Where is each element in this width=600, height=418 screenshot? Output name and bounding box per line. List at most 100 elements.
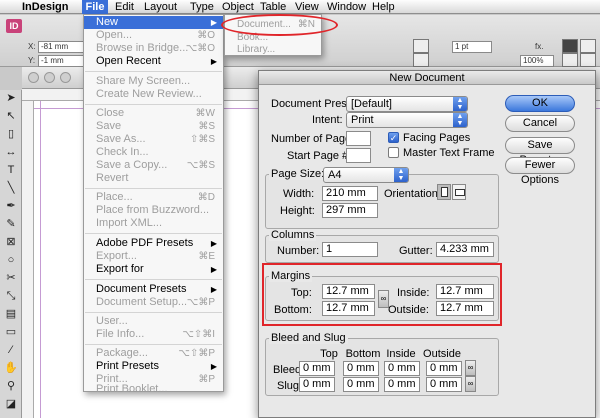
stroke-weight-field[interactable]: 1 pt — [452, 41, 492, 53]
file-menu-export-for[interactable]: Export for ▶ — [84, 263, 223, 276]
menu-edit[interactable]: Edit — [115, 0, 134, 14]
bleed-outside-field[interactable]: 0 mm — [426, 361, 462, 376]
new-library-item[interactable]: Library... — [225, 44, 321, 56]
zoom-tool-icon[interactable]: ⚲ — [2, 378, 20, 394]
menu-layout[interactable]: Layout — [144, 0, 177, 14]
file-menu-export[interactable]: Export... ⌘E — [84, 250, 223, 263]
page-size-select[interactable]: A4 ▲ ▼ — [323, 167, 409, 183]
panel-icon-2[interactable] — [580, 39, 596, 53]
file-menu-browse-in-bridge[interactable]: Browse in Bridge... ⌥⌘O — [84, 42, 223, 55]
fill-swatch[interactable] — [413, 53, 429, 67]
fx-icon[interactable]: fx. — [535, 42, 543, 51]
pencil-tool-icon[interactable]: ✎ — [2, 216, 20, 232]
file-menu-print-booklet[interactable]: Print Booklet... — [84, 384, 223, 395]
fill-stroke-swatch-icon[interactable]: ◪ — [2, 396, 20, 412]
slug-inside-field[interactable]: 0 mm — [384, 377, 420, 392]
y-field[interactable]: -1 mm — [38, 55, 84, 67]
type-tool-icon[interactable]: T — [2, 162, 20, 178]
file-menu-revert[interactable]: Revert — [84, 172, 223, 185]
scissors-tool-icon[interactable]: ✂ — [2, 270, 20, 286]
ok-button[interactable]: OK — [505, 95, 575, 112]
bleed-and-slug-label: Bleed and Slug — [269, 332, 348, 344]
file-menu-document-setup[interactable]: Document Setup... ⌥⌘P — [84, 296, 223, 309]
file-menu-document-presets[interactable]: Document Presets ▶ — [84, 283, 223, 296]
column-number-field[interactable]: 1 — [322, 242, 378, 257]
intent-select[interactable]: Print ▲ ▼ — [346, 112, 468, 128]
file-menu-save-as[interactable]: Save As... ⇧⌘S — [84, 133, 223, 146]
selection-tool-icon[interactable]: ➤ — [2, 90, 20, 106]
gradient-tool-icon[interactable]: ▤ — [2, 306, 20, 322]
bleed-chain-link-icon[interactable]: ∞ — [465, 360, 476, 376]
rectangle-frame-tool-icon[interactable]: ⊠ — [2, 234, 20, 250]
landscape-orientation-icon[interactable] — [452, 184, 466, 200]
page-tool-icon[interactable]: ▯ — [2, 126, 20, 142]
zoom-window-icon[interactable] — [60, 72, 71, 83]
menu-help[interactable]: Help — [372, 0, 395, 14]
file-menu-package[interactable]: Package... ⌥⇧⌘P — [84, 347, 223, 360]
file-menu-share-my-screen[interactable]: Share My Screen... — [84, 75, 223, 88]
orientation-label: Orientation: — [384, 188, 441, 200]
master-text-frame-checkbox[interactable] — [388, 147, 399, 158]
file-menu-close[interactable]: Close ⌘W — [84, 107, 223, 120]
pen-tool-icon[interactable]: ✒ — [2, 198, 20, 214]
x-field[interactable]: -81 mm — [38, 41, 84, 53]
eyedropper-tool-icon[interactable]: ⁄ — [2, 342, 20, 358]
file-menu-create-new-review[interactable]: Create New Review... — [84, 88, 223, 101]
file-menu-import-xml[interactable]: Import XML... — [84, 217, 223, 230]
file-menu-save[interactable]: Save ⌘S — [84, 120, 223, 133]
slug-top-field[interactable]: 0 mm — [299, 377, 335, 392]
panel-icon-3[interactable] — [562, 53, 578, 67]
bleed-inside-field[interactable]: 0 mm — [384, 361, 420, 376]
document-preset-select[interactable]: [Default] ▲ ▼ — [346, 96, 468, 112]
cancel-button[interactable]: Cancel — [505, 115, 575, 132]
submenu-arrow-icon: ▶ — [210, 239, 217, 248]
gap-tool-icon[interactable]: ↔ — [2, 144, 20, 160]
updown-arrows-icon: ▲ ▼ — [453, 113, 467, 127]
slug-outside-field[interactable]: 0 mm — [426, 377, 462, 392]
width-field[interactable]: 210 mm — [322, 186, 378, 201]
height-field[interactable]: 297 mm — [322, 203, 378, 218]
portrait-orientation-icon[interactable] — [437, 184, 451, 200]
transform-tool-icon[interactable]: ⤡ — [2, 288, 20, 304]
file-menu-adobe-pdf-presets[interactable]: Adobe PDF Presets ▶ — [84, 237, 223, 250]
close-window-icon[interactable] — [28, 72, 39, 83]
menu-view[interactable]: View — [295, 0, 319, 14]
file-menu-file-info[interactable]: File Info... ⌥⇧⌘I — [84, 328, 223, 341]
file-menu-print-presets[interactable]: Print Presets ▶ — [84, 360, 223, 373]
minimize-window-icon[interactable] — [44, 72, 55, 83]
file-menu-user[interactable]: User... — [84, 315, 223, 328]
panel-icon[interactable] — [562, 39, 578, 53]
file-menu-check-in[interactable]: Check In... — [84, 146, 223, 159]
file-menu-place-from-buzzword[interactable]: Place from Buzzword... — [84, 204, 223, 217]
bleed-bottom-field[interactable]: 0 mm — [343, 361, 379, 376]
ellipse-tool-icon[interactable]: ○ — [2, 252, 20, 268]
start-page-field[interactable] — [346, 148, 371, 163]
percent-field[interactable]: 100% — [520, 55, 554, 67]
menu-window[interactable]: Window — [327, 0, 366, 14]
line-tool-icon[interactable]: ╲ — [2, 180, 20, 196]
file-menu-new[interactable]: New ▶ — [84, 16, 223, 29]
facing-pages-checkbox[interactable]: ✓ — [388, 132, 399, 143]
menu-type[interactable]: Type — [190, 0, 214, 14]
menu-table[interactable]: Table — [260, 0, 286, 14]
stroke-swatch[interactable] — [413, 39, 429, 53]
bleed-top-field[interactable]: 0 mm — [299, 361, 335, 376]
fewer-options-button[interactable]: Fewer Options — [505, 157, 575, 186]
note-tool-icon[interactable]: ▭ — [2, 324, 20, 340]
menu-file[interactable]: File — [82, 0, 108, 14]
menu-app-name[interactable]: InDesign — [22, 0, 68, 14]
direct-selection-tool-icon[interactable]: ↖ — [2, 108, 20, 124]
file-menu-save-a-copy[interactable]: Save a Copy... ⌥⌘S — [84, 159, 223, 172]
gutter-field[interactable]: 4.233 mm — [436, 242, 494, 257]
menu-object[interactable]: Object — [222, 0, 254, 14]
hand-tool-icon[interactable]: ✋ — [2, 360, 20, 376]
slug-chain-link-icon[interactable]: ∞ — [465, 376, 476, 392]
file-menu-place[interactable]: Place... ⌘D — [84, 191, 223, 204]
save-preset-button[interactable]: Save Preset... — [505, 137, 575, 166]
number-of-pages-field[interactable] — [346, 131, 371, 146]
panel-icon-4[interactable] — [580, 53, 596, 67]
file-menu-open[interactable]: Open... ⌘O — [84, 29, 223, 42]
slug-bottom-field[interactable]: 0 mm — [343, 377, 379, 392]
file-menu-open-recent[interactable]: Open Recent ▶ — [84, 55, 223, 68]
intent-label: Intent: — [312, 114, 343, 126]
